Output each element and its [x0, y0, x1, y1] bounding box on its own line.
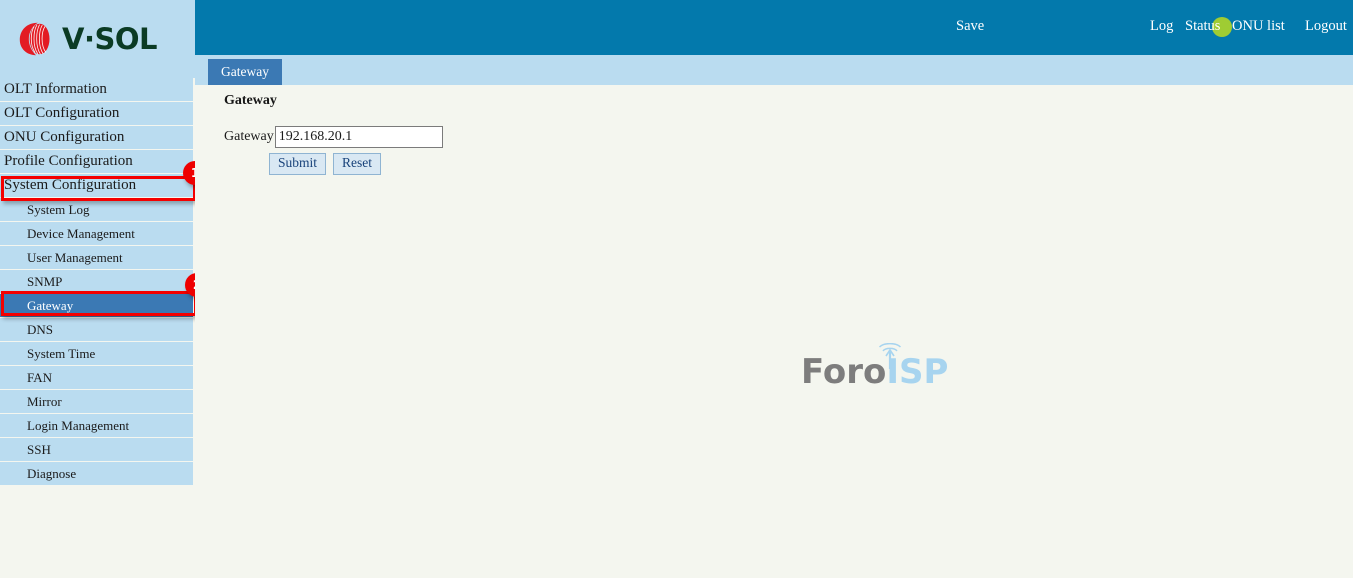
reset-button[interactable]: Reset	[333, 153, 382, 175]
foroisp-watermark: ForoISP	[801, 343, 948, 403]
sidebar-item-ssh[interactable]: SSH	[0, 438, 193, 461]
sidebar-item-dns[interactable]: DNS	[0, 318, 193, 341]
watermark-text-secondary: ISP	[886, 352, 949, 392]
sidebar-item-user-management[interactable]: User Management	[0, 246, 193, 269]
vsol-swirl-icon	[19, 22, 50, 56]
sidebar-item-system-log[interactable]: System Log	[0, 198, 193, 221]
brand-logo-panel: V·SOL	[0, 0, 195, 78]
logout-button[interactable]: Logout	[1305, 19, 1347, 34]
sidebar-item-diagnose[interactable]: Diagnose	[0, 462, 193, 485]
sidebar-item-onu-configuration[interactable]: ONU Configuration	[0, 126, 193, 149]
sidebar-item-system-configuration[interactable]: System Configuration	[0, 174, 193, 197]
sidebar-item-olt-information[interactable]: OLT Information	[0, 78, 193, 101]
sidebar-nav: OLT Information OLT Configuration ONU Co…	[0, 78, 195, 485]
gateway-field-label: Gateway	[224, 129, 274, 144]
page-root: V·SOL Save Log Status ONU list Logout Ga…	[0, 0, 1353, 578]
watermark-text-primary: Foro	[801, 352, 887, 392]
sidebar-item-device-management[interactable]: Device Management	[0, 222, 193, 245]
header-link-log[interactable]: Log	[1150, 19, 1173, 34]
sidebar-item-snmp[interactable]: SNMP	[0, 270, 193, 293]
sidebar-item-gateway[interactable]: Gateway	[0, 294, 193, 317]
sidebar-item-olt-configuration[interactable]: OLT Configuration	[0, 102, 193, 125]
gateway-form-row: Gateway	[224, 126, 443, 148]
save-button[interactable]: Save	[956, 19, 984, 34]
tab-strip: Gateway	[195, 55, 1353, 85]
form-button-row: Submit Reset	[269, 153, 382, 175]
sidebar-item-mirror[interactable]: Mirror	[0, 390, 193, 413]
watermark-text: ForoISP	[801, 355, 948, 389]
top-header-bar: Save Log Status ONU list Logout	[195, 0, 1353, 55]
sidebar-item-system-time[interactable]: System Time	[0, 342, 193, 365]
gateway-input[interactable]	[274, 126, 443, 148]
sidebar-item-fan[interactable]: FAN	[0, 366, 193, 389]
header-link-onu-list[interactable]: ONU list	[1232, 19, 1285, 34]
page-title: Gateway	[224, 93, 277, 108]
header-link-status[interactable]: Status	[1185, 19, 1220, 34]
sidebar-item-profile-configuration[interactable]: Profile Configuration	[0, 150, 193, 173]
sidebar-item-login-management[interactable]: Login Management	[0, 414, 193, 437]
antenna-tower-icon	[878, 343, 902, 369]
main-content: Gateway Gateway Submit Reset ForoISP	[195, 85, 1353, 578]
brand-logo-text: V·SOL	[62, 21, 157, 56]
tab-gateway[interactable]: Gateway	[208, 59, 282, 85]
submit-button[interactable]: Submit	[269, 153, 327, 175]
